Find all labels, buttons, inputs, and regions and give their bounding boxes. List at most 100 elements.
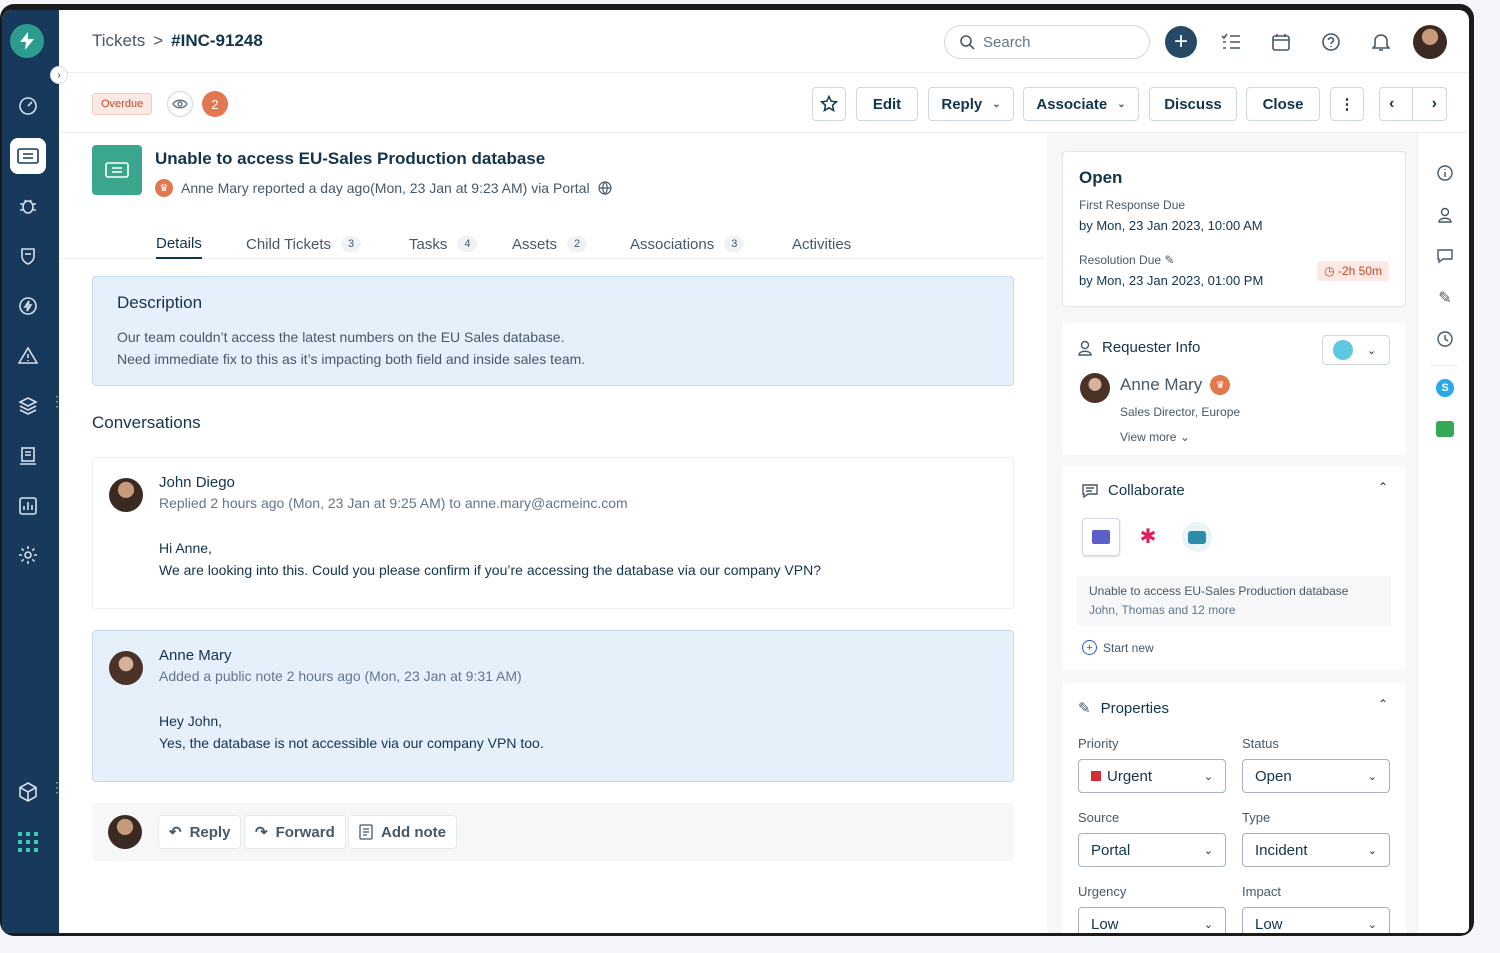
skype-icon[interactable]: S — [1435, 378, 1455, 398]
forward-label: Forward — [275, 823, 335, 841]
dashboard-icon[interactable] — [10, 88, 46, 124]
slack-icon[interactable]: ✱ — [1134, 522, 1162, 550]
tab-count: 4 — [457, 236, 478, 252]
sla-timer-badge: ◷ -2h 50m — [1317, 261, 1389, 281]
collapse-chevron-up-icon[interactable]: ⌃ — [1378, 697, 1388, 711]
view-more-link[interactable]: View more ⌄ — [1120, 430, 1190, 444]
releases-bolt-icon[interactable] — [10, 288, 46, 324]
source-select[interactable]: Portal ⌄ — [1078, 833, 1226, 867]
app-switch-icon — [1333, 340, 1353, 360]
type-value: Incident — [1255, 841, 1308, 859]
impact-label: Impact — [1242, 884, 1282, 899]
watch-eye-icon[interactable] — [167, 91, 193, 117]
tickets-icon[interactable] — [10, 138, 46, 174]
video-call-icon[interactable] — [1182, 522, 1212, 552]
chat-icon[interactable] — [1435, 246, 1455, 266]
ticket-title: Unable to access EU-Sales Production dat… — [155, 149, 546, 168]
left-navigation: ⋮ ⋮ — [2, 10, 64, 933]
add-note-button[interactable]: Add note — [348, 815, 457, 849]
app-logo-icon[interactable] — [10, 24, 44, 58]
collaborate-heading: Collaborate — [1082, 482, 1386, 499]
chevron-down-icon: ⌄ — [1367, 344, 1377, 357]
teams-icon[interactable] — [1082, 518, 1120, 556]
skype-glyph: S — [1436, 379, 1454, 397]
reply-dropdown-button[interactable]: Reply ⌄ — [928, 87, 1014, 121]
collapse-chevron-up-icon[interactable]: ⌃ — [1378, 480, 1388, 494]
favorite-star-button[interactable] — [812, 87, 846, 121]
description-line: Need immediate fix to this as it’s impac… — [117, 351, 586, 367]
expand-nav-chevron-icon[interactable]: › — [50, 66, 68, 84]
meet-video-icon[interactable] — [1435, 419, 1455, 439]
tab-associations[interactable]: Associations 3 — [630, 229, 745, 259]
tab-label: Associations — [630, 235, 715, 253]
breadcrumb-tickets-link[interactable]: Tickets — [92, 31, 145, 51]
thread-members: John, Thomas and 12 more — [1089, 603, 1236, 617]
edit-pencil-icon[interactable]: ✎ — [1164, 253, 1174, 267]
priority-select[interactable]: Urgent ⌄ — [1078, 759, 1226, 793]
conversation-line: We are looking into this. Could you plea… — [159, 562, 821, 578]
requester-app-switcher[interactable]: ⌄ — [1322, 335, 1390, 365]
conversation-meta: Replied 2 hours ago (Mon, 23 Jan at 9:25… — [159, 495, 628, 511]
new-item-plus-icon[interactable]: + — [1165, 26, 1197, 58]
chevron-down-icon: ⌄ — [1179, 430, 1190, 444]
more-actions-kebab-icon[interactable]: ⋮ — [1330, 87, 1364, 121]
tab-label: Details — [156, 234, 202, 252]
tab-label: Assets — [512, 235, 558, 253]
right-icon-rail: ✎ S — [1417, 133, 1469, 933]
search-input[interactable]: Search — [944, 25, 1150, 59]
description-line: Our team couldn’t access the latest numb… — [117, 329, 565, 345]
notifications-bell-icon[interactable] — [1365, 26, 1397, 58]
apps-cube-icon[interactable] — [10, 774, 46, 810]
priority-text: Urgent — [1107, 767, 1153, 785]
user-avatar[interactable] — [1413, 25, 1447, 59]
reports-chart-icon[interactable] — [10, 488, 46, 524]
history-clock-icon[interactable] — [1435, 329, 1455, 349]
edit-button[interactable]: Edit — [856, 87, 918, 121]
tab-assets[interactable]: Assets 2 — [512, 229, 588, 259]
changes-shield-icon[interactable] — [10, 238, 46, 274]
problems-bug-icon[interactable] — [10, 188, 46, 224]
info-icon[interactable] — [1435, 163, 1455, 183]
discuss-button[interactable]: Discuss — [1149, 87, 1237, 121]
solutions-book-icon[interactable] — [10, 438, 46, 474]
status-select[interactable]: Open ⌄ — [1242, 759, 1390, 793]
calendar-icon[interactable] — [1265, 26, 1297, 58]
associate-dropdown-button[interactable]: Associate ⌄ — [1023, 87, 1139, 121]
urgency-select[interactable]: Low ⌄ — [1078, 907, 1226, 933]
avatar — [108, 815, 142, 849]
reply-label: Reply — [189, 823, 231, 841]
tab-child-tickets[interactable]: Child Tickets 3 — [246, 229, 362, 259]
requester-name[interactable]: Anne Mary — [1120, 375, 1202, 395]
help-icon[interactable] — [1315, 26, 1347, 58]
previous-ticket-chevron-icon[interactable]: ‹ — [1389, 95, 1394, 113]
requester-person-icon[interactable] — [1435, 205, 1455, 225]
forward-button[interactable]: ↷ Forward — [244, 815, 346, 849]
tab-tasks[interactable]: Tasks 4 — [409, 229, 478, 259]
settings-gear-icon[interactable] — [10, 537, 46, 573]
alerts-warning-icon[interactable] — [10, 338, 46, 374]
conversations-heading: Conversations — [92, 413, 201, 432]
urgency-value: Low — [1091, 915, 1119, 933]
edit-pencil-icon[interactable]: ✎ — [1435, 288, 1455, 308]
requester-avatar[interactable] — [1080, 373, 1110, 403]
tab-details[interactable]: Details — [156, 229, 202, 259]
discussion-thread[interactable]: Unable to access EU-Sales Production dat… — [1077, 576, 1391, 626]
ticket-action-bar: Overdue 2 Edit Reply ⌄ Associate ⌄ Discu… — [59, 73, 1469, 133]
reply-button[interactable]: ↶ Reply — [158, 815, 242, 849]
avatar[interactable] — [109, 651, 143, 685]
next-ticket-chevron-icon[interactable]: › — [1432, 95, 1437, 113]
app-grid-icon[interactable] — [10, 824, 46, 860]
start-new-link[interactable]: + Start new — [1082, 640, 1154, 655]
ticket-tabs: Details Child Tickets 3 Tasks 4 Assets 2 As… — [59, 221, 1044, 259]
tab-activities[interactable]: Activities — [792, 229, 851, 259]
avatar[interactable] — [109, 478, 143, 512]
ticket-side-panel: Open First Response Due by Mon, 23 Jan 2… — [1047, 133, 1417, 933]
impact-value: Low — [1255, 915, 1283, 933]
impact-select[interactable]: Low ⌄ — [1242, 907, 1390, 933]
type-select[interactable]: Incident ⌄ — [1242, 833, 1390, 867]
watchers-count-badge[interactable]: 2 — [202, 91, 228, 117]
chevron-down-icon: ⌄ — [1367, 844, 1377, 857]
todo-list-icon[interactable] — [1215, 26, 1247, 58]
assets-layers-icon[interactable] — [10, 388, 46, 424]
close-button[interactable]: Close — [1246, 87, 1320, 121]
